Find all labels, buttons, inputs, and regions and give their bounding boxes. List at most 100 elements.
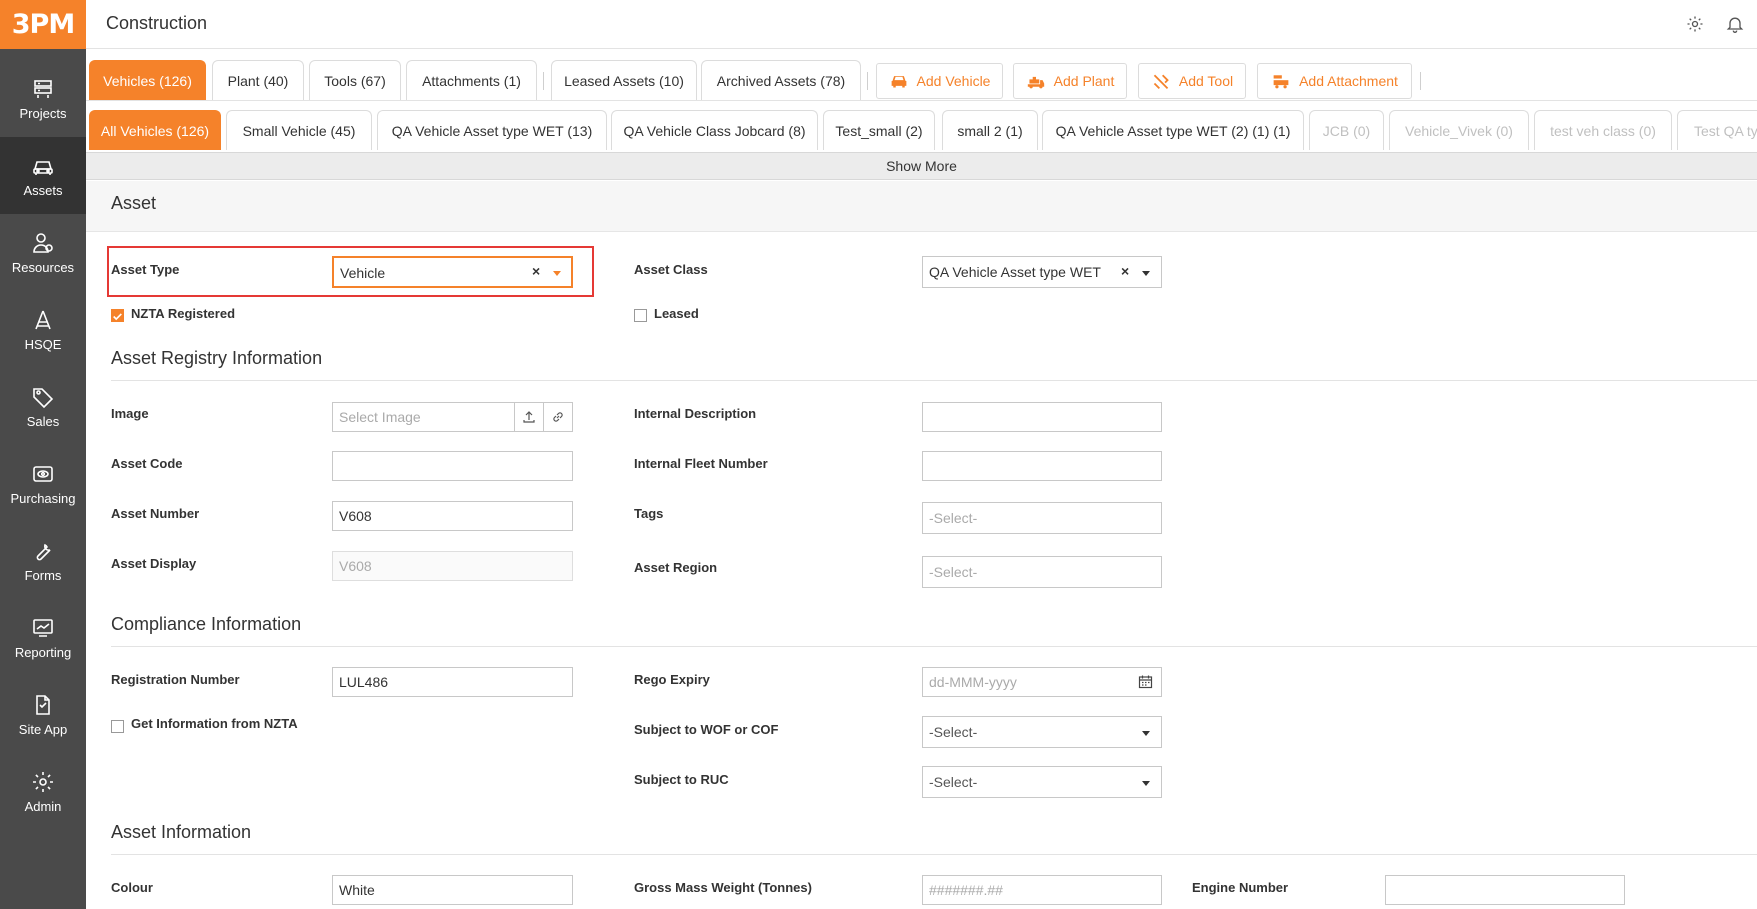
asset-display-label: Asset Display [111, 556, 197, 571]
internal-description-input[interactable] [922, 402, 1162, 432]
internal-description-label: Internal Description [634, 406, 757, 421]
page-title: Construction [106, 13, 208, 33]
link-image-button[interactable] [543, 402, 572, 432]
tab-test-qa-type[interactable]: Test QA typ [1677, 110, 1757, 150]
tags-label: Tags [634, 506, 664, 521]
tab-qa-vehicle-asset-type-wet-2[interactable]: QA Vehicle Asset type WET (2) (1) (1) [1042, 110, 1304, 150]
sidebar-item-forms[interactable]: Forms [0, 522, 86, 599]
sidebar-item-label: Sales [26, 413, 60, 429]
add-attachment-button[interactable]: Add Attachment [1257, 63, 1412, 99]
rego-expiry-placeholder: dd-MMM-yyyy [929, 674, 1017, 690]
asset-class-label: Asset Class [634, 262, 708, 277]
add-tool-label: Add Tool [1178, 73, 1234, 89]
tab-vehicle-vivek[interactable]: Vehicle_Vivek (0) [1389, 110, 1529, 150]
asset-class-clear-icon[interactable]: × [1121, 263, 1129, 279]
tab-small-2[interactable]: small 2 (1) [942, 110, 1038, 150]
asset-section-title: Asset [111, 193, 157, 213]
calendar-icon[interactable] [1138, 674, 1153, 689]
sidebar-item-admin[interactable]: Admin [0, 753, 86, 830]
add-vehicle-button[interactable]: Add Vehicle [876, 63, 1003, 99]
tab-leased-assets[interactable]: Leased Assets (10) [551, 60, 697, 100]
compliance-section-title: Compliance Information [111, 614, 302, 634]
purchasing-icon [33, 465, 53, 482]
sidebar-item-label: Assets [23, 182, 63, 198]
app-logo[interactable]: 3PM [0, 0, 86, 49]
asset-region-select[interactable]: -Select- [922, 556, 1162, 588]
plant-icon [1027, 76, 1044, 89]
upload-icon [523, 411, 535, 423]
asset-type-clear-icon[interactable]: × [532, 263, 540, 279]
gross-mass-weight-input[interactable]: #######.## [922, 875, 1162, 905]
tab-jcb[interactable]: JCB (0) [1309, 110, 1384, 150]
chevron-down-icon[interactable] [1142, 731, 1150, 736]
engine-number-input[interactable] [1385, 875, 1625, 905]
ruc-select[interactable]: -Select- [922, 766, 1162, 798]
add-plant-button[interactable]: Add Plant [1013, 63, 1127, 99]
leased-checkbox[interactable] [634, 309, 647, 322]
asset-code-label: Asset Code [111, 456, 183, 471]
upload-image-button[interactable] [514, 402, 543, 432]
chevron-down-icon[interactable] [553, 271, 561, 276]
sidebar-item-sales[interactable]: Sales [0, 368, 86, 445]
tab-plant[interactable]: Plant (40) [212, 60, 304, 100]
tab-vehicles[interactable]: Vehicles (126) [89, 60, 206, 100]
tags-select[interactable]: -Select- [922, 502, 1162, 534]
wof-cof-select[interactable]: -Select- [922, 716, 1162, 748]
asset-info-section-title: Asset Information [111, 822, 252, 842]
asset-region-label: Asset Region [634, 560, 718, 575]
asset-code-input[interactable] [332, 451, 573, 481]
chevron-down-icon[interactable] [1142, 781, 1150, 786]
sidebar-item-label: Projects [19, 105, 67, 121]
add-tool-button[interactable]: Add Tool [1138, 63, 1246, 99]
section-divider [111, 854, 1757, 855]
chevron-down-icon[interactable] [1142, 271, 1150, 276]
sidebar-item-label: HSQE [24, 336, 62, 352]
bell-icon[interactable] [1725, 14, 1745, 34]
sidebar-item-label: Purchasing [10, 490, 76, 506]
asset-class-value: QA Vehicle Asset type WET [929, 264, 1101, 280]
tab-qa-vehicle-asset-type-wet[interactable]: QA Vehicle Asset type WET (13) [377, 110, 607, 150]
app-root: 3PM Projects Assets Resources HSQE Sales… [0, 0, 1757, 909]
class-tab-row: All Vehicles (126) Small Vehicle (45) QA… [86, 106, 1757, 152]
gear-icon[interactable] [1685, 14, 1705, 34]
tab-tools[interactable]: Tools (67) [309, 60, 401, 100]
wof-cof-label: Subject to WOF or COF [634, 722, 779, 737]
sidebar-item-label: Site App [18, 721, 68, 737]
resources-icon [33, 232, 53, 253]
tab-test-veh-class[interactable]: test veh class (0) [1534, 110, 1672, 150]
nzta-registered-checkbox[interactable] [111, 309, 124, 322]
sidebar-item-projects[interactable]: Projects [0, 60, 86, 137]
tab-divider [867, 72, 868, 90]
ruc-label: Subject to RUC [634, 772, 729, 787]
internal-fleet-number-input[interactable] [922, 451, 1162, 481]
add-vehicle-label: Add Vehicle [916, 73, 991, 89]
gross-mass-weight-label: Gross Mass Weight (Tonnes) [634, 880, 812, 895]
internal-fleet-number-label: Internal Fleet Number [634, 456, 768, 471]
asset-number-input[interactable]: V608 [332, 501, 573, 531]
nzta-registered-label: NZTA Registered [131, 306, 236, 321]
tab-qa-vehicle-class-jobcard[interactable]: QA Vehicle Class Jobcard (8) [611, 110, 818, 150]
tab-test-small[interactable]: Test_small (2) [823, 110, 935, 150]
sidebar-item-reporting[interactable]: Reporting [0, 599, 86, 676]
sidebar-item-resources[interactable]: Resources [0, 214, 86, 291]
tab-divider [543, 72, 544, 90]
reporting-icon [33, 618, 53, 637]
get-nzta-info-checkbox[interactable] [111, 720, 124, 733]
asset-section-header: Asset [86, 181, 1757, 232]
registration-number-input[interactable]: LUL486 [332, 667, 573, 697]
asset-display-input: V608 [332, 551, 573, 581]
tab-attachments[interactable]: Attachments (1) [406, 60, 537, 100]
tab-all-vehicles[interactable]: All Vehicles (126) [89, 110, 221, 150]
sidebar-item-purchasing[interactable]: Purchasing [0, 445, 86, 522]
sidebar-item-hsqe[interactable]: HSQE [0, 291, 86, 368]
sidebar-item-site-app[interactable]: Site App [0, 676, 86, 753]
sidebar-item-label: Reporting [14, 644, 72, 660]
tab-small-vehicle[interactable]: Small Vehicle (45) [226, 110, 372, 150]
category-tab-row: Vehicles (126) Plant (40) Tools (67) Att… [86, 50, 1757, 100]
tab-archived-assets[interactable]: Archived Assets (78) [701, 60, 861, 100]
show-more-button[interactable]: Show More [86, 152, 1757, 180]
attachment-icon [1273, 75, 1289, 89]
sidebar-item-assets[interactable]: Assets [0, 137, 86, 214]
rego-expiry-input[interactable]: dd-MMM-yyyy [922, 667, 1162, 697]
colour-input[interactable]: White [332, 875, 573, 905]
